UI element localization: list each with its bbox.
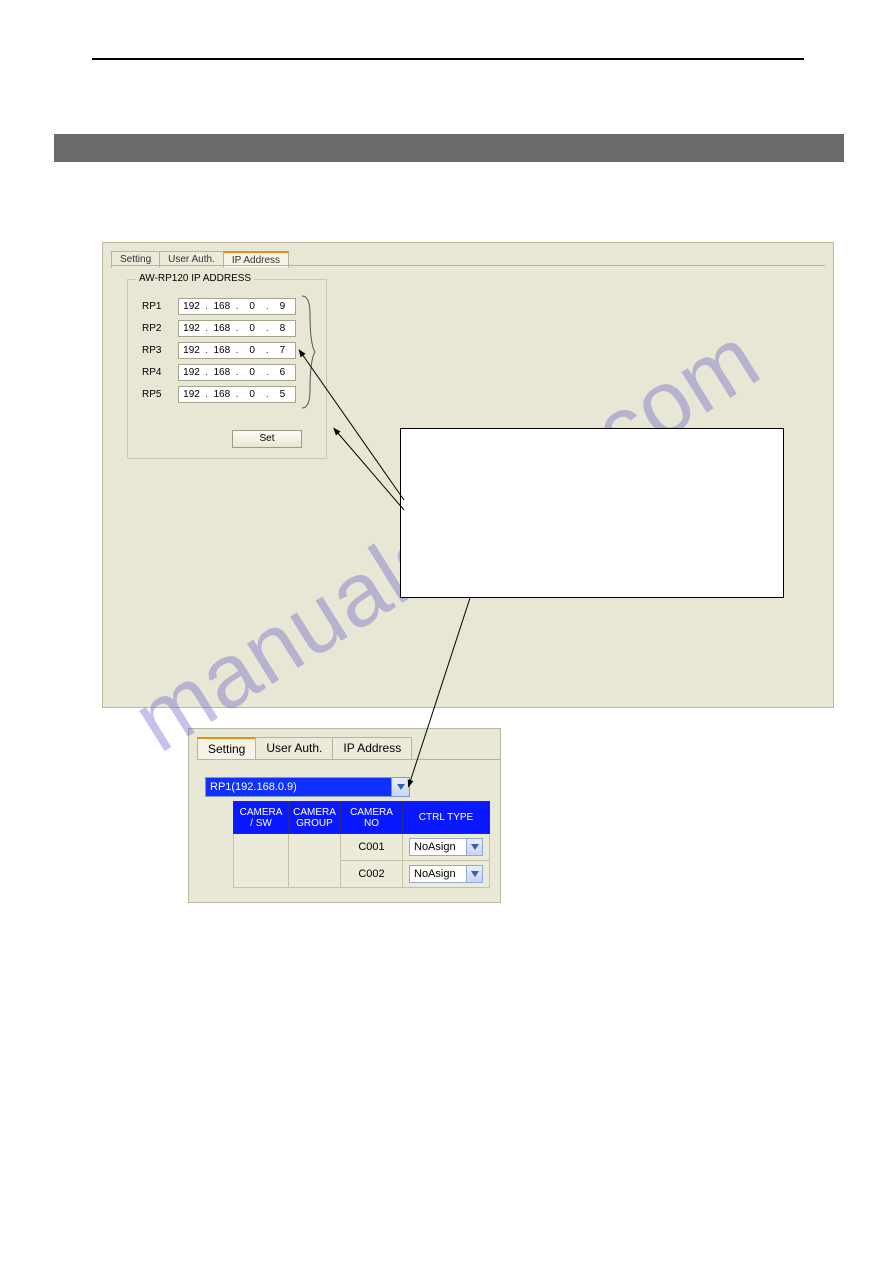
col-camera-no: CAMERA NO	[341, 802, 403, 834]
tab-strip-lower: Setting User Auth. IP Address	[197, 737, 411, 759]
chevron-down-icon	[466, 839, 482, 855]
combo-value: RP1(192.168.0.9)	[210, 781, 297, 793]
section-bar	[54, 134, 844, 162]
ip-field-rp5[interactable]: 192. 168. 0. 5	[178, 386, 296, 403]
col-camera-sw: CAMERA / SW	[234, 802, 289, 834]
col-ctrl-type: CTRL TYPE	[403, 802, 490, 834]
ip-label-rp1: RP1	[142, 301, 168, 312]
ip-row-rp4: RP4 192. 168. 0. 6	[142, 364, 296, 381]
ip-label-rp2: RP2	[142, 323, 168, 334]
ip-field-rp4[interactable]: 192. 168. 0. 6	[178, 364, 296, 381]
tab2-ip-address[interactable]: IP Address	[332, 737, 412, 759]
ip-label-rp5: RP5	[142, 389, 168, 400]
chevron-down-icon	[391, 778, 409, 796]
col-camera-group: CAMERA GROUP	[289, 802, 341, 834]
chevron-down-icon	[466, 866, 482, 882]
ip-row-rp5: RP5 192. 168. 0. 5	[142, 386, 296, 403]
camera-table: CAMERA / SW CAMERA GROUP CAMERA NO CTRL …	[233, 801, 490, 888]
callout-box	[400, 428, 784, 598]
ip-label-rp4: RP4	[142, 367, 168, 378]
tab2-underline	[197, 759, 500, 760]
cell-camera-group	[289, 834, 341, 888]
ip-label-rp3: RP3	[142, 345, 168, 356]
table-header-row: CAMERA / SW CAMERA GROUP CAMERA NO CTRL …	[234, 802, 490, 834]
rp-select-combo[interactable]: RP1(192.168.0.9)	[205, 777, 410, 797]
ip-address-groupbox: AW-RP120 IP ADDRESS RP1 192. 168. 0. 9 R…	[127, 279, 327, 459]
ctrl-type-select-1[interactable]: NoAsign	[409, 838, 483, 856]
groupbox-title: AW-RP120 IP ADDRESS	[136, 273, 254, 284]
cell-ctrl-type-1: NoAsign	[403, 834, 490, 861]
ip-field-rp3[interactable]: 192. 168. 0. 7	[178, 342, 296, 359]
ip-row-rp2: RP2 192. 168. 0. 8	[142, 320, 296, 337]
set-button[interactable]: Set	[232, 430, 302, 448]
top-rule	[92, 58, 804, 60]
cell-camera-no-2: C002	[341, 861, 403, 888]
table-row: C001 NoAsign	[234, 834, 490, 861]
setting-tab-screenshot: Setting User Auth. IP Address RP1(192.16…	[188, 728, 501, 903]
ip-row-rp1: RP1 192. 168. 0. 9	[142, 298, 296, 315]
ctrl-type-select-2[interactable]: NoAsign	[409, 865, 483, 883]
cell-camera-sw	[234, 834, 289, 888]
cell-camera-no-1: C001	[341, 834, 403, 861]
curly-brace-icon	[298, 294, 316, 410]
ip-field-rp1[interactable]: 192. 168. 0. 9	[178, 298, 296, 315]
ip-field-rp2[interactable]: 192. 168. 0. 8	[178, 320, 296, 337]
tab-underline	[111, 265, 825, 266]
ip-row-rp3: RP3 192. 168. 0. 7	[142, 342, 296, 359]
cell-ctrl-type-2: NoAsign	[403, 861, 490, 888]
tab2-setting[interactable]: Setting	[197, 737, 256, 759]
tab2-user-auth[interactable]: User Auth.	[255, 737, 333, 759]
